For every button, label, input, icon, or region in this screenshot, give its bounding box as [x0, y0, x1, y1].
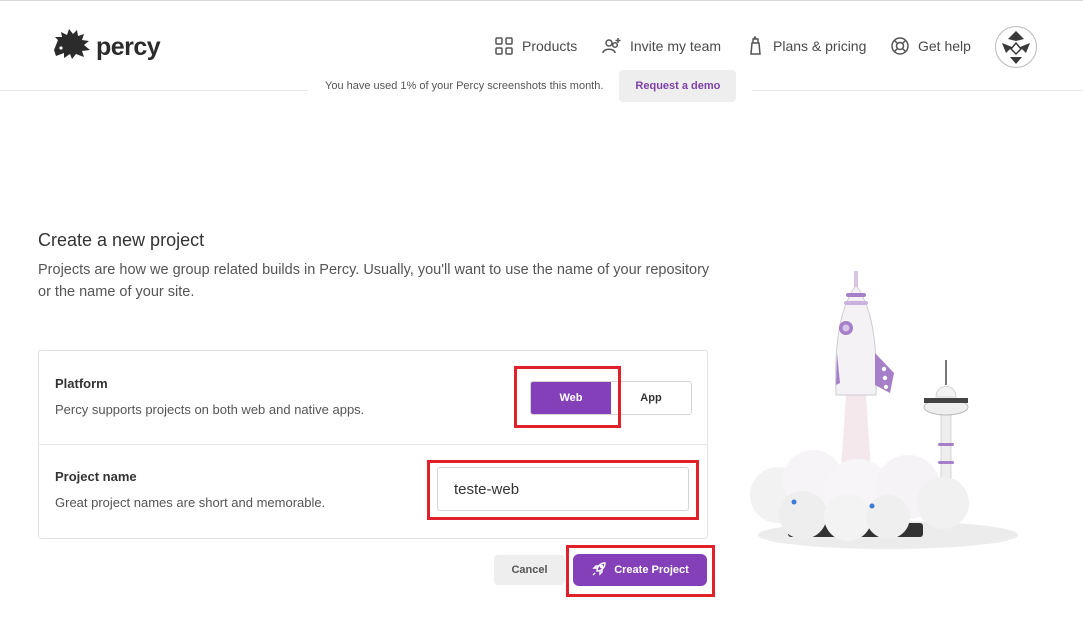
page-description: Projects are how we group related builds… [38, 262, 710, 300]
logo-text: percy [96, 33, 161, 61]
plans-icon [747, 36, 765, 56]
form-divider [39, 444, 707, 445]
request-demo-button[interactable]: Request a demo [619, 70, 737, 102]
cancel-button[interactable]: Cancel [494, 555, 565, 585]
platform-app-option[interactable]: App [611, 382, 691, 414]
nav-plans-label: Plans & pricing [773, 38, 867, 54]
hedgehog-logo-icon [52, 28, 92, 67]
highlight-project-name [427, 460, 699, 520]
create-project-button[interactable]: Create Project [573, 554, 707, 586]
nav-invite-label: Invite my team [630, 38, 722, 54]
nav-products-label: Products [522, 38, 578, 54]
rocket-icon [591, 561, 607, 580]
nav-get-help[interactable]: Get help [890, 36, 971, 56]
lifebuoy-icon [890, 36, 910, 56]
rocket-launch-illustration [748, 265, 1048, 555]
project-name-label: Project name [55, 469, 137, 484]
nav-plans-pricing[interactable]: Plans & pricing [747, 36, 866, 56]
usage-banner: You have used 1% of your Percy screensho… [308, 70, 753, 102]
avatar-pattern-icon [997, 28, 1035, 66]
grid-icon [494, 36, 514, 56]
platform-help: Percy supports projects on both web and … [55, 402, 365, 417]
nav-products[interactable]: Products [494, 36, 577, 56]
invite-users-icon [602, 36, 622, 56]
project-name-help: Great project names are short and memora… [55, 495, 326, 510]
percy-logo[interactable]: percy [52, 28, 161, 67]
create-project-label: Create Project [614, 564, 689, 576]
nav-help-label: Get help [918, 38, 971, 54]
usage-text: You have used 1% of your Percy screensho… [325, 80, 604, 92]
nav-invite-team[interactable]: Invite my team [602, 36, 721, 56]
highlight-web-option [514, 366, 621, 428]
platform-label: Platform [55, 376, 108, 391]
top-border [0, 0, 1083, 1]
page-title: Create a new project [38, 230, 205, 250]
user-avatar[interactable] [995, 26, 1037, 68]
